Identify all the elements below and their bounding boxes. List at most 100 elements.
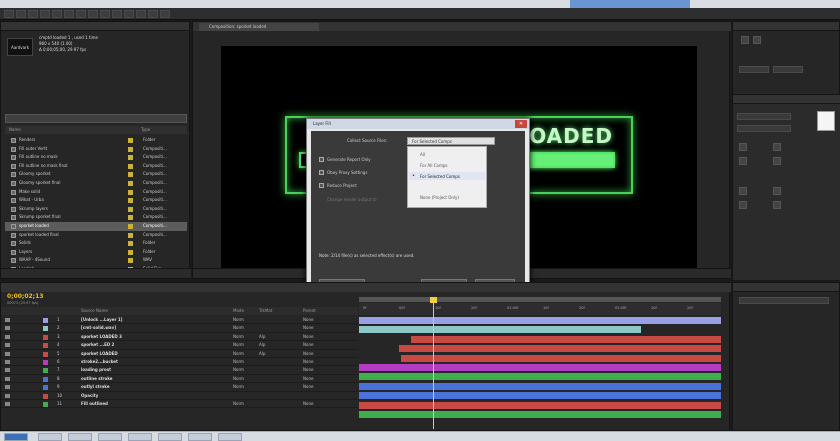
visibility-eye-icon[interactable] <box>5 318 10 322</box>
leading-icon[interactable] <box>773 143 781 151</box>
dropdown-option[interactable]: For All Comps <box>420 163 448 168</box>
clone-tool-icon[interactable] <box>124 10 134 18</box>
font-field[interactable] <box>737 113 791 120</box>
layer-duration-bar[interactable] <box>359 411 721 418</box>
visibility-eye-icon[interactable] <box>5 376 10 381</box>
layer-duration-bar[interactable] <box>359 382 721 390</box>
layer-duration-bar[interactable] <box>359 401 721 409</box>
panel-field[interactable] <box>773 66 803 73</box>
column-name[interactable]: Name <box>9 126 21 134</box>
label-swatch[interactable] <box>128 223 133 229</box>
generate-report-checkbox[interactable] <box>319 157 324 162</box>
label-color-swatch[interactable] <box>43 376 48 382</box>
current-timecode[interactable]: 0;00;02;13 <box>7 293 43 300</box>
project-item[interactable]: Fill outline no mask final Compositi... <box>5 162 187 171</box>
visibility-eye-icon[interactable] <box>5 368 10 373</box>
column-trkmat[interactable]: TrkMat <box>259 307 272 315</box>
layer-row[interactable]: 3 sporket LOADED 3 Norm Alp None <box>1 333 358 342</box>
layer-mode[interactable]: Norm <box>233 324 244 332</box>
playhead[interactable] <box>433 297 434 429</box>
layer-mode[interactable]: Norm <box>233 333 244 341</box>
project-item[interactable]: Wikat - Urba Compositi... <box>5 196 187 205</box>
shape-tool-icon[interactable] <box>76 10 86 18</box>
horizontal-scale-icon[interactable] <box>773 187 781 195</box>
layer-trkmat[interactable]: Alp <box>259 333 265 341</box>
column-parent[interactable]: Parent <box>303 307 316 315</box>
label-color-swatch[interactable] <box>43 393 48 399</box>
label-swatch[interactable] <box>128 241 133 247</box>
label-swatch[interactable] <box>128 189 133 195</box>
label-color-swatch[interactable] <box>43 351 48 357</box>
panel-button[interactable] <box>753 36 761 44</box>
column-type[interactable]: Type <box>141 126 150 134</box>
label-swatch[interactable] <box>128 215 133 221</box>
vertical-scale-icon[interactable] <box>739 187 747 195</box>
layer-duration-bar[interactable] <box>359 317 721 324</box>
layer-mode[interactable]: Norm <box>233 400 244 408</box>
layer-parent[interactable]: None <box>303 324 313 332</box>
layer-mode[interactable]: Norm <box>233 375 244 383</box>
project-item[interactable]: WAAP - 4Sound WAV <box>5 256 187 265</box>
label-color-swatch[interactable] <box>43 359 48 365</box>
work-area-bar[interactable] <box>359 297 721 302</box>
layer-row[interactable]: 1 [Unlock ...Layer 1] Norm None <box>1 316 358 325</box>
label-swatch[interactable] <box>128 249 133 255</box>
panel-field[interactable] <box>739 66 769 73</box>
project-item[interactable]: Skrump layers Compositi... <box>5 205 187 214</box>
taskbar-app[interactable] <box>38 433 62 441</box>
layer-parent[interactable]: None <box>303 400 313 408</box>
layer-duration-bar[interactable] <box>359 392 721 400</box>
label-swatch[interactable] <box>128 198 133 204</box>
tracking-icon[interactable] <box>773 157 781 165</box>
label-color-swatch[interactable] <box>43 326 48 332</box>
layer-parent[interactable]: None <box>303 333 313 341</box>
project-item[interactable]: Skrump sporket final Compositi... <box>5 213 187 222</box>
visibility-eye-icon[interactable] <box>5 343 10 348</box>
start-button[interactable] <box>4 433 28 441</box>
label-swatch[interactable] <box>128 172 133 178</box>
label-swatch[interactable] <box>128 180 133 186</box>
layer-parent[interactable]: None <box>303 383 313 391</box>
label-color-swatch[interactable] <box>43 385 48 391</box>
project-item[interactable]: Renders Folder <box>5 136 187 145</box>
dropdown-option-selected[interactable]: For Selected Comps <box>420 174 460 179</box>
layer-row[interactable]: 8 outline stroke Norm None <box>1 375 358 384</box>
taskbar-app[interactable] <box>188 433 212 441</box>
tab-composition[interactable]: Composition: sporket loaded <box>199 23 319 31</box>
layer-mode[interactable]: Norm <box>233 341 244 349</box>
label-color-swatch[interactable] <box>43 368 48 374</box>
column-source-name[interactable]: Source Name <box>81 307 108 315</box>
project-item[interactable]: Layers Folder <box>5 248 187 257</box>
layer-parent[interactable]: None <box>303 341 313 349</box>
visibility-eye-icon[interactable] <box>5 326 10 331</box>
layer-parent[interactable]: None <box>303 366 313 374</box>
taskbar-app[interactable] <box>128 433 152 441</box>
visibility-eye-icon[interactable] <box>5 401 10 406</box>
project-item[interactable]: sporket loaded Compositi... <box>5 221 187 231</box>
label-swatch[interactable] <box>128 258 133 264</box>
label-color-swatch[interactable] <box>43 318 48 323</box>
kerning-icon[interactable] <box>739 157 747 165</box>
project-item[interactable]: Solids Folder <box>5 239 187 248</box>
layer-parent[interactable]: None <box>303 358 313 366</box>
layer-mode[interactable]: Norm <box>233 366 244 374</box>
taskbar-app[interactable] <box>98 433 122 441</box>
layer-row[interactable]: 11 Fill outlined Norm None <box>1 400 358 409</box>
layer-duration-bar[interactable] <box>401 354 721 362</box>
project-search-input[interactable] <box>5 114 187 123</box>
puppet-tool-icon[interactable] <box>160 10 170 18</box>
layer-parent[interactable]: None <box>303 316 313 324</box>
rotate-tool-icon[interactable] <box>40 10 50 18</box>
baseline-icon[interactable] <box>739 201 747 209</box>
taskbar-app[interactable] <box>218 433 242 441</box>
layer-duration-bar[interactable] <box>411 335 721 343</box>
layer-row[interactable]: 9 outlyl stroke Norm None <box>1 383 358 392</box>
pan-behind-tool-icon[interactable] <box>64 10 74 18</box>
layer-row[interactable]: 6 stroke2...bucket Norm None <box>1 358 358 367</box>
time-ruler[interactable]: 0f 00f 10f 20f 01:00f 10f 20f 02:00f 10f 20f <box>359 303 721 315</box>
label-swatch[interactable] <box>128 138 133 143</box>
label-color-swatch[interactable] <box>43 401 48 407</box>
label-swatch[interactable] <box>128 163 133 169</box>
layer-row[interactable]: 2 [cmt-solid.wav] Norm None <box>1 324 358 333</box>
panel-button[interactable] <box>741 36 749 44</box>
